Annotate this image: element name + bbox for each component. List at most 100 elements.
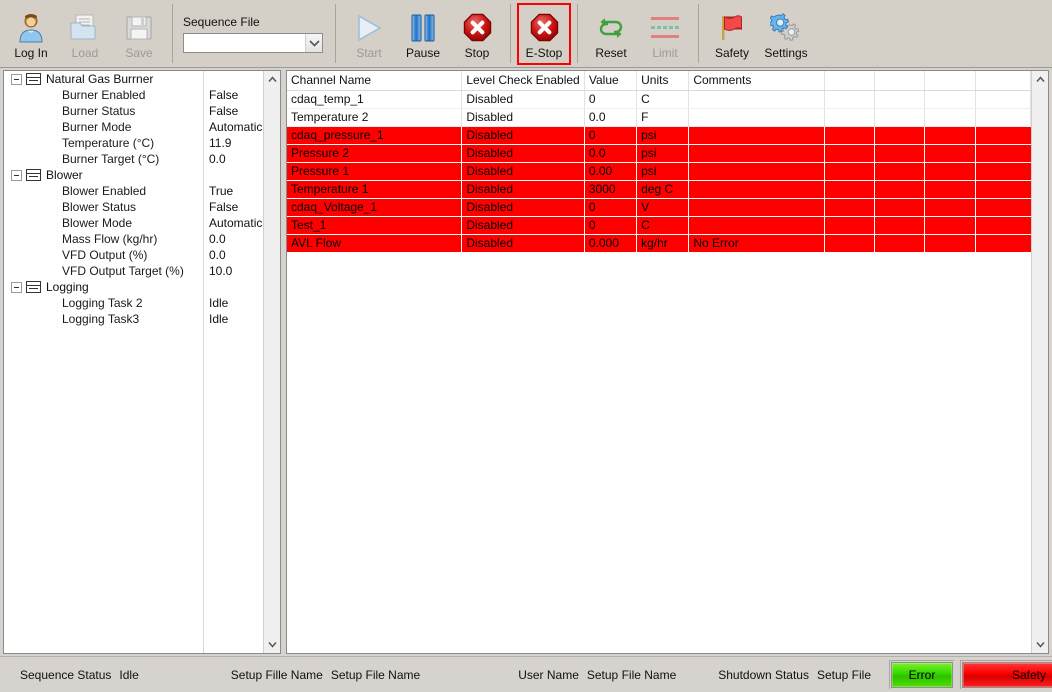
tree-group-row[interactable]: Logging <box>4 279 263 295</box>
table-cell[interactable]: No Error <box>688 234 825 253</box>
table-cell[interactable] <box>924 180 976 199</box>
table-cell[interactable] <box>688 90 825 109</box>
table-cell[interactable] <box>824 180 876 199</box>
save-button[interactable]: Save <box>112 3 166 65</box>
table-cell[interactable] <box>924 90 976 109</box>
expand-collapse-icon[interactable] <box>11 73 22 85</box>
table-cell[interactable] <box>874 90 926 109</box>
tree-item-row[interactable]: VFD Output (%) 0.0 <box>4 247 263 263</box>
table-cell[interactable]: Temperature 1 <box>287 180 463 199</box>
table-cell[interactable]: cdaq_pressure_1 <box>287 126 463 145</box>
table-cell[interactable]: psi <box>636 126 690 145</box>
table-row[interactable]: AVL Flow Disabled 0.000 kg/hr No Error <box>287 234 1031 253</box>
system-tree[interactable]: Natural Gas Burrner Burner Enabled False Bu… <box>4 71 263 653</box>
tree-item-row[interactable]: Logging Task3 Idle <box>4 311 263 327</box>
table-cell[interactable] <box>824 216 876 235</box>
table-cell[interactable]: C <box>636 90 690 109</box>
table-row[interactable]: Temperature 1 Disabled 3000 deg C <box>287 180 1031 199</box>
table-cell[interactable] <box>975 234 1031 253</box>
tree-item-row[interactable]: Burner Status False <box>4 103 263 119</box>
table-cell[interactable]: 0.0 <box>584 144 638 163</box>
tree-item-row[interactable]: Blower Status False <box>4 199 263 215</box>
table-cell[interactable]: 0 <box>584 216 638 235</box>
table-cell[interactable]: Pressure 1 <box>287 162 463 181</box>
table-row[interactable]: cdaq_temp_1 Disabled 0 C <box>287 90 1031 109</box>
table-cell[interactable]: Disabled <box>461 144 585 163</box>
tree-item-row[interactable]: Blower Enabled True <box>4 183 263 199</box>
column-header[interactable]: Value <box>584 71 638 91</box>
error-status-led[interactable]: Error <box>891 662 954 688</box>
table-cell[interactable]: 0 <box>584 90 638 109</box>
table-row[interactable]: cdaq_Voltage_1 Disabled 0 V <box>287 198 1031 217</box>
table-cell[interactable] <box>874 180 926 199</box>
column-header[interactable]: Units <box>636 71 690 91</box>
column-header[interactable] <box>874 71 926 91</box>
scroll-down-icon[interactable] <box>264 636 280 653</box>
table-cell[interactable]: Disabled <box>461 162 585 181</box>
table-cell[interactable] <box>824 90 876 109</box>
table-cell[interactable] <box>874 198 926 217</box>
table-cell[interactable] <box>975 162 1031 181</box>
table-cell[interactable] <box>874 216 926 235</box>
table-cell[interactable] <box>824 144 876 163</box>
sequence-file-value[interactable] <box>184 33 305 52</box>
tree-item-row[interactable]: Burner Mode Automatic <box>4 119 263 135</box>
table-cell[interactable]: psi <box>636 162 690 181</box>
expand-collapse-icon[interactable] <box>11 169 22 181</box>
table-cell[interactable] <box>824 162 876 181</box>
column-header[interactable]: Channel Name <box>287 71 463 91</box>
table-cell[interactable]: 0.0 <box>584 108 638 127</box>
tree-vertical-scrollbar[interactable] <box>263 71 280 653</box>
table-cell[interactable] <box>975 90 1031 109</box>
channel-table[interactable]: Channel Name Level Check Enabled Value Unit… <box>287 71 1031 253</box>
table-row[interactable]: Pressure 1 Disabled 0.00 psi <box>287 162 1031 181</box>
table-cell[interactable] <box>824 198 876 217</box>
table-cell[interactable] <box>688 126 825 145</box>
tree-item-row[interactable]: Mass Flow (kg/hr) 0.0 <box>4 231 263 247</box>
sequence-file-combobox[interactable] <box>183 32 323 53</box>
table-cell[interactable] <box>824 108 876 127</box>
safety-status-led[interactable]: Safety <box>962 662 1052 688</box>
tree-item-row[interactable]: Logging Task 2 Idle <box>4 295 263 311</box>
table-cell[interactable]: AVL Flow <box>287 234 463 253</box>
table-cell[interactable]: cdaq_temp_1 <box>287 90 463 109</box>
table-cell[interactable]: deg C <box>636 180 690 199</box>
table-cell[interactable] <box>874 144 926 163</box>
scroll-up-icon[interactable] <box>1032 71 1048 88</box>
tree-item-row[interactable]: Burner Enabled False <box>4 87 263 103</box>
scroll-down-icon[interactable] <box>1032 636 1048 653</box>
table-cell[interactable]: Disabled <box>461 198 585 217</box>
table-cell[interactable] <box>975 144 1031 163</box>
table-cell[interactable]: V <box>636 198 690 217</box>
table-cell[interactable] <box>975 108 1031 127</box>
safety-button[interactable]: Safety <box>705 3 759 65</box>
column-header[interactable] <box>924 71 976 91</box>
table-cell[interactable] <box>924 126 976 145</box>
table-cell[interactable] <box>975 126 1031 145</box>
table-cell[interactable]: Disabled <box>461 234 585 253</box>
table-row[interactable]: cdaq_pressure_1 Disabled 0 psi <box>287 126 1031 145</box>
table-cell[interactable] <box>924 144 976 163</box>
tree-item-row[interactable]: VFD Output Target (%) 10.0 <box>4 263 263 279</box>
table-cell[interactable]: cdaq_Voltage_1 <box>287 198 463 217</box>
pause-button[interactable]: Pause <box>396 3 450 65</box>
settings-button[interactable]: Settings <box>759 3 813 65</box>
table-cell[interactable] <box>924 162 976 181</box>
table-cell[interactable] <box>688 144 825 163</box>
table-row[interactable]: Pressure 2 Disabled 0.0 psi <box>287 144 1031 163</box>
table-cell[interactable] <box>975 216 1031 235</box>
table-cell[interactable]: 3000 <box>584 180 638 199</box>
table-row[interactable]: Test_1 Disabled 0 C <box>287 216 1031 235</box>
column-header[interactable] <box>824 71 876 91</box>
table-cell[interactable] <box>874 126 926 145</box>
channel-table-scroll-area[interactable]: Channel Name Level Check Enabled Value Unit… <box>287 71 1031 653</box>
table-cell[interactable]: Pressure 2 <box>287 144 463 163</box>
tree-item-row[interactable]: Blower Mode Automatic <box>4 215 263 231</box>
column-header[interactable]: Comments <box>688 71 825 91</box>
table-cell[interactable]: 0 <box>584 126 638 145</box>
table-vertical-scrollbar[interactable] <box>1031 71 1048 653</box>
table-cell[interactable] <box>688 180 825 199</box>
table-cell[interactable] <box>874 108 926 127</box>
table-row[interactable]: Temperature 2 Disabled 0.0 F <box>287 108 1031 127</box>
table-cell[interactable]: C <box>636 216 690 235</box>
